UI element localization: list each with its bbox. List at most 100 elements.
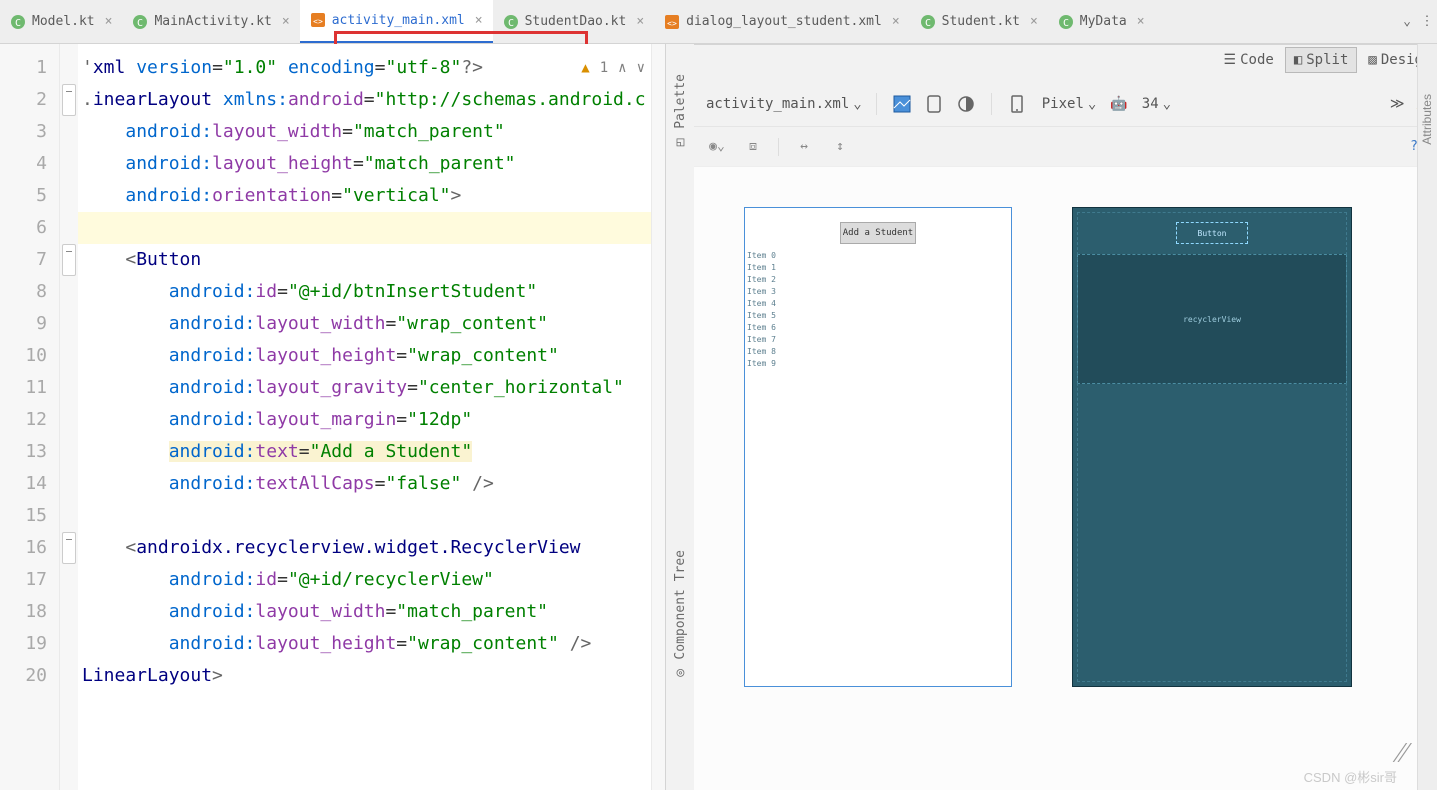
chevron-down-icon[interactable]: ∨ — [637, 52, 645, 84]
pan-vertical-icon[interactable]: ↕ — [829, 136, 851, 158]
code-line[interactable]: android:text="Add a Student" — [78, 436, 651, 468]
line-number[interactable]: 14 — [0, 468, 47, 500]
tree-icon: ◎ — [673, 665, 688, 680]
line-number[interactable]: 7 — [0, 244, 47, 276]
kotlin-class-icon: C — [503, 14, 519, 30]
line-number[interactable]: 10 — [0, 340, 47, 372]
line-number[interactable]: 12 — [0, 404, 47, 436]
code-line[interactable]: <androidx.recyclerview.widget.RecyclerVi… — [78, 532, 651, 564]
close-icon[interactable]: × — [1030, 14, 1038, 29]
component-tree-tab[interactable]: ◎ Component Tree — [673, 550, 688, 681]
tab-activity-main-xml[interactable]: <>activity_main.xml× — [300, 0, 493, 44]
tab-overflow-button[interactable]: ⌄ — [1397, 14, 1417, 29]
code-line[interactable]: android:orientation="vertical"> — [78, 180, 651, 212]
code-line[interactable]: 'xml version="1.0" encoding="utf-8"?> — [78, 52, 651, 84]
palette-tab[interactable]: ◳ Palette — [673, 74, 688, 150]
code-line[interactable]: android:layout_gravity="center_horizonta… — [78, 372, 651, 404]
line-number[interactable]: 18 — [0, 596, 47, 628]
visibility-icon[interactable]: ◉⌄ — [706, 136, 728, 158]
code-line[interactable]: android:layout_width="match_parent" — [78, 596, 651, 628]
code-line[interactable]: android:layout_height="wrap_content" /> — [78, 628, 651, 660]
resize-handle-icon[interactable]: ⁄⁄ — [1398, 736, 1407, 770]
warning-icon: ▲ — [581, 52, 589, 84]
blueprint-recycler[interactable]: recyclerView — [1077, 254, 1347, 384]
code-line[interactable]: <Button — [78, 244, 651, 276]
svg-text:C: C — [137, 18, 143, 29]
device-selector[interactable]: Pixel ⌄ — [1042, 96, 1097, 112]
line-number[interactable]: 5 — [0, 180, 47, 212]
orientation-icon[interactable] — [923, 93, 945, 115]
code-line[interactable] — [78, 500, 651, 532]
line-number[interactable]: 2 — [0, 84, 47, 116]
tab-label: MyData — [1080, 14, 1127, 29]
line-number[interactable]: 15 — [0, 500, 47, 532]
code-line[interactable]: android:layout_height="wrap_content" — [78, 340, 651, 372]
fold-icon[interactable] — [62, 244, 76, 276]
code-line[interactable]: android:layout_margin="12dp" — [78, 404, 651, 436]
line-number[interactable]: 1 — [0, 52, 47, 84]
close-icon[interactable]: × — [636, 14, 644, 29]
close-icon[interactable]: × — [282, 14, 290, 29]
design-preview[interactable]: Add a Student Item 0Item 1Item 2Item 3It… — [744, 207, 1012, 687]
inspection-indicator[interactable]: ▲ 1 ∧ ∨ — [581, 52, 645, 84]
tab-student-kt[interactable]: CStudent.kt× — [910, 0, 1048, 44]
attributes-tool-strip[interactable]: Attributes — [1417, 44, 1437, 790]
line-number[interactable]: 17 — [0, 564, 47, 596]
preview-recycler-items: Item 0Item 1Item 2Item 3Item 4Item 5Item… — [745, 250, 1011, 370]
line-number[interactable]: 11 — [0, 372, 47, 404]
svg-text:C: C — [15, 18, 21, 29]
line-number[interactable]: 20 — [0, 660, 47, 692]
warning-count: 1 — [600, 52, 608, 84]
blueprint-preview[interactable]: Button recyclerView — [1072, 207, 1352, 687]
line-number[interactable]: 19 — [0, 628, 47, 660]
tab-model-kt[interactable]: CModel.kt× — [0, 0, 122, 44]
list-item: Item 9 — [747, 358, 1009, 370]
code-line[interactable]: android:layout_width="wrap_content" — [78, 308, 651, 340]
code-area[interactable]: ▲ 1 ∧ ∨ 'xml version="1.0" encoding="utf… — [78, 44, 651, 790]
svg-text:C: C — [508, 18, 514, 29]
pan-horizontal-icon[interactable]: ↔ — [793, 136, 815, 158]
line-number[interactable]: 9 — [0, 308, 47, 340]
line-number[interactable]: 6 — [0, 212, 47, 244]
chevron-up-icon[interactable]: ∧ — [618, 52, 626, 84]
tab-studentdao-kt[interactable]: CStudentDao.kt× — [493, 0, 655, 44]
fold-icon[interactable] — [62, 532, 76, 564]
viewport-icon[interactable]: ⧈ — [742, 136, 764, 158]
tab-dialog-layout-student-xml[interactable]: <>dialog_layout_student.xml× — [654, 0, 910, 44]
code-line[interactable]: android:layout_height="match_parent" — [78, 148, 651, 180]
close-icon[interactable]: × — [475, 13, 483, 28]
palette-icon: ◳ — [673, 135, 688, 150]
preview-button[interactable]: Add a Student — [840, 222, 916, 244]
design-file-selector[interactable]: activity_main.xml ⌄ — [706, 96, 862, 112]
line-number[interactable]: 8 — [0, 276, 47, 308]
editor-scrollbar[interactable] — [651, 44, 665, 790]
close-icon[interactable]: × — [1137, 14, 1145, 29]
code-line[interactable]: android:id="@+id/btnInsertStudent" — [78, 276, 651, 308]
tab-mydata[interactable]: CMyData× — [1048, 0, 1155, 44]
fold-icon[interactable] — [62, 84, 76, 116]
api-selector[interactable]: 34 ⌄ — [1142, 96, 1171, 112]
line-number[interactable]: 4 — [0, 148, 47, 180]
device-type-icon[interactable] — [1006, 93, 1028, 115]
code-line[interactable]: android:layout_width="match_parent" — [78, 116, 651, 148]
line-number[interactable]: 13 — [0, 436, 47, 468]
line-number[interactable]: 3 — [0, 116, 47, 148]
design-surface[interactable]: Add a Student Item 0Item 1Item 2Item 3It… — [694, 167, 1437, 790]
code-line[interactable]: android:id="@+id/recyclerView" — [78, 564, 651, 596]
xml-layout-icon: <> — [664, 14, 680, 30]
code-line[interactable]: LinearLayout> — [78, 660, 651, 692]
tab-kebab-button[interactable]: ⋮ — [1417, 14, 1437, 29]
close-icon[interactable]: × — [105, 14, 113, 29]
chevron-down-icon: ⌄ — [1088, 96, 1096, 112]
code-line[interactable] — [78, 212, 651, 244]
code-line[interactable]: android:textAllCaps="false" /> — [78, 468, 651, 500]
line-number[interactable]: 16 — [0, 532, 47, 564]
design-surface-icon[interactable] — [891, 93, 913, 115]
blueprint-button[interactable]: Button — [1176, 222, 1248, 244]
more-icon[interactable]: ≫ — [1390, 96, 1403, 112]
tab-mainactivity-kt[interactable]: CMainActivity.kt× — [122, 0, 299, 44]
close-icon[interactable]: × — [892, 14, 900, 29]
code-line[interactable]: .inearLayout xmlns:android="http://schem… — [78, 84, 651, 116]
night-mode-icon[interactable] — [955, 93, 977, 115]
design-toolbar: activity_main.xml ⌄ Pixel ⌄ 🤖 34 ⌄ ≫ — [694, 81, 1437, 127]
